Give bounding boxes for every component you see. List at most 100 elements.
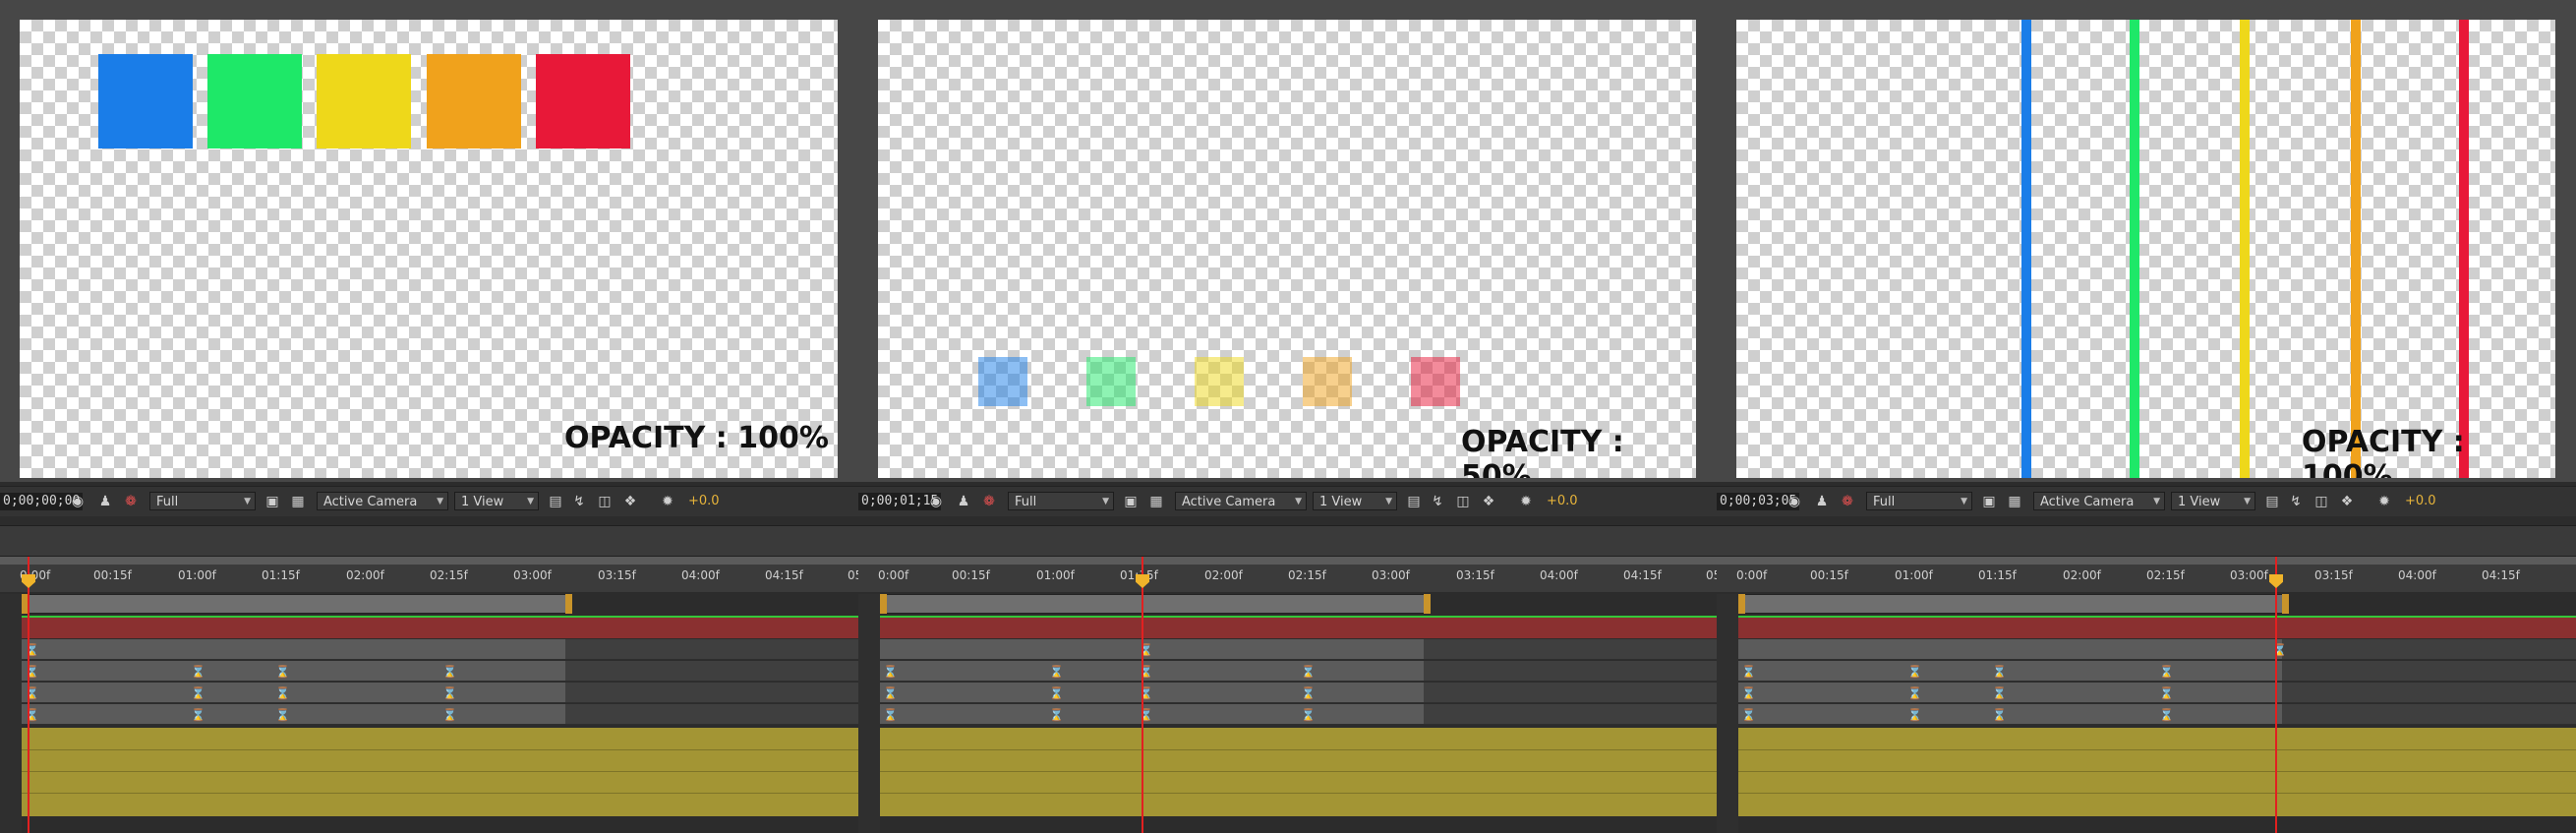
selected-layer-bar[interactable]	[22, 618, 858, 638]
timeline-icon[interactable]: ◫	[2313, 493, 2330, 510]
keyframe-icon[interactable]: ⌛	[1301, 687, 1316, 699]
layer-duration-bar[interactable]	[22, 594, 570, 614]
keyframe-icon[interactable]: ⌛	[1907, 666, 1922, 678]
keyframe-icon[interactable]: ⌛	[275, 709, 290, 721]
flowchart-icon[interactable]: ❖	[621, 493, 639, 510]
transparency-grid-icon[interactable]: ▦	[1147, 493, 1165, 510]
transparency-grid-icon[interactable]: ▦	[289, 493, 307, 510]
keyframe-icon[interactable]: ⌛	[1049, 687, 1064, 699]
work-area-end-handle[interactable]	[565, 594, 572, 614]
exposure-value[interactable]: +0.0	[688, 493, 720, 510]
green-square[interactable]	[207, 54, 302, 149]
blue-line[interactable]	[2021, 20, 2031, 478]
keyframe-icon[interactable]: ⌛	[1741, 666, 1756, 678]
flowchart-icon[interactable]: ❖	[1480, 493, 1497, 510]
red-square[interactable]	[1411, 357, 1460, 406]
keyframe-icon[interactable]: ⌛	[1992, 687, 2007, 699]
fast-preview-icon[interactable]: ↯	[2287, 493, 2305, 510]
composition-canvas[interactable]: OPACITY : 100%	[1736, 20, 2555, 478]
work-area-end-handle[interactable]	[2282, 594, 2289, 614]
current-time-indicator[interactable]	[2275, 557, 2277, 833]
keyframe-icon[interactable]: ⌛	[1741, 709, 1756, 721]
exposure-icon[interactable]: ✹	[2375, 493, 2393, 510]
red-square[interactable]	[536, 54, 630, 149]
time-ruler[interactable]: 0:00f 00:15f 01:00f 01:15f 02:00f 02:15f…	[1717, 557, 2576, 592]
orange-square[interactable]	[1303, 357, 1352, 406]
keyframe-icon[interactable]: ⌛	[1049, 709, 1064, 721]
keyframe-icon[interactable]: ⌛	[442, 709, 457, 721]
keyframe-icon[interactable]: ⌛	[1301, 709, 1316, 721]
blue-square[interactable]	[978, 357, 1027, 406]
selected-layer-bar[interactable]	[880, 618, 1717, 638]
yellow-square[interactable]	[317, 54, 411, 149]
current-time-indicator[interactable]	[1142, 557, 1143, 833]
green-line[interactable]	[2130, 20, 2139, 478]
yellow-square[interactable]	[1195, 357, 1244, 406]
view-layout-dropdown[interactable]: 1 View ▼	[1313, 492, 1397, 510]
keyframe-icon[interactable]: ⌛	[442, 666, 457, 678]
layer-duration-bar[interactable]	[1738, 594, 2287, 614]
keyframe-icon[interactable]: ⌛	[1741, 687, 1756, 699]
composition-canvas[interactable]: OPACITY : 100%	[20, 20, 838, 478]
flowchart-icon[interactable]: ❖	[2338, 493, 2356, 510]
property-row[interactable]	[1738, 704, 2282, 725]
camera-dropdown[interactable]: Active Camera ▼	[2033, 492, 2165, 510]
keyframe-icon[interactable]: ⌛	[191, 687, 205, 699]
work-area-bar[interactable]	[1717, 557, 2576, 565]
keyframe-icon[interactable]: ⌛	[1992, 709, 2007, 721]
property-row[interactable]	[22, 704, 565, 725]
work-area-bar[interactable]	[858, 557, 1717, 565]
keyframe-icon[interactable]: ⌛	[1049, 666, 1064, 678]
keyframe-icon[interactable]: ⌛	[883, 709, 898, 721]
view-layout-dropdown[interactable]: 1 View ▼	[454, 492, 539, 510]
selected-layer-bar[interactable]	[1738, 618, 2576, 638]
resolution-dropdown[interactable]: Full ▼	[1866, 492, 1972, 510]
orange-square[interactable]	[427, 54, 521, 149]
exposure-icon[interactable]: ✹	[659, 493, 676, 510]
camera-icon[interactable]: ◉	[1786, 493, 1803, 510]
keyframe-icon[interactable]: ⌛	[1301, 666, 1316, 678]
region-icon[interactable]: ▣	[263, 493, 281, 510]
blue-square[interactable]	[98, 54, 193, 149]
keyframe-icon[interactable]: ⌛	[883, 687, 898, 699]
timeline-icon[interactable]: ◫	[596, 493, 614, 510]
time-ruler[interactable]: 0:00f 00:15f 01:00f 01:15f 02:00f 02:15f…	[858, 557, 1717, 592]
keyframe-icon[interactable]: ⌛	[442, 687, 457, 699]
layer-duration-bar[interactable]	[880, 594, 1429, 614]
layer-bars[interactable]	[1738, 728, 2576, 816]
keyframe-icon[interactable]: ⌛	[275, 666, 290, 678]
keyframe-icon[interactable]: ⌛	[2159, 666, 2174, 678]
property-row[interactable]	[22, 683, 565, 703]
keyframe-icon[interactable]: ⌛	[1907, 709, 1922, 721]
show-snapshot-icon[interactable]: ♟	[955, 493, 972, 510]
work-area-bar[interactable]	[0, 557, 858, 565]
keyframe-icon[interactable]: ⌛	[2159, 709, 2174, 721]
work-area-end-handle[interactable]	[1424, 594, 1431, 614]
region-icon[interactable]: ▣	[1122, 493, 1140, 510]
region-icon[interactable]: ▣	[1980, 493, 1998, 510]
green-square[interactable]	[1086, 357, 1136, 406]
toggle-pixel-icon[interactable]: ▤	[2263, 493, 2281, 510]
toggle-pixel-icon[interactable]: ▤	[547, 493, 564, 510]
view-layout-dropdown[interactable]: 1 View ▼	[2171, 492, 2255, 510]
camera-icon[interactable]: ◉	[927, 493, 945, 510]
show-snapshot-icon[interactable]: ♟	[96, 493, 114, 510]
keyframe-icon[interactable]: ⌛	[1992, 666, 2007, 678]
exposure-icon[interactable]: ✹	[1517, 493, 1535, 510]
show-snapshot-icon[interactable]: ♟	[1813, 493, 1831, 510]
fast-preview-icon[interactable]: ↯	[570, 493, 588, 510]
keyframe-icon[interactable]: ⌛	[2159, 687, 2174, 699]
property-row[interactable]	[1738, 683, 2282, 703]
transparency-grid-icon[interactable]: ▦	[2006, 493, 2023, 510]
color-icon[interactable]: ❁	[1839, 493, 1856, 510]
exposure-value[interactable]: +0.0	[2405, 493, 2436, 510]
fast-preview-icon[interactable]: ↯	[1429, 493, 1446, 510]
camera-dropdown[interactable]: Active Camera ▼	[317, 492, 448, 510]
composition-canvas[interactable]: OPACITY : 50%	[878, 20, 1696, 478]
property-row[interactable]	[22, 661, 565, 682]
keyframe-icon[interactable]: ⌛	[191, 666, 205, 678]
exposure-value[interactable]: +0.0	[1547, 493, 1578, 510]
layer-bars[interactable]	[22, 728, 858, 816]
color-icon[interactable]: ❁	[980, 493, 998, 510]
work-area-start-handle[interactable]	[880, 594, 887, 614]
